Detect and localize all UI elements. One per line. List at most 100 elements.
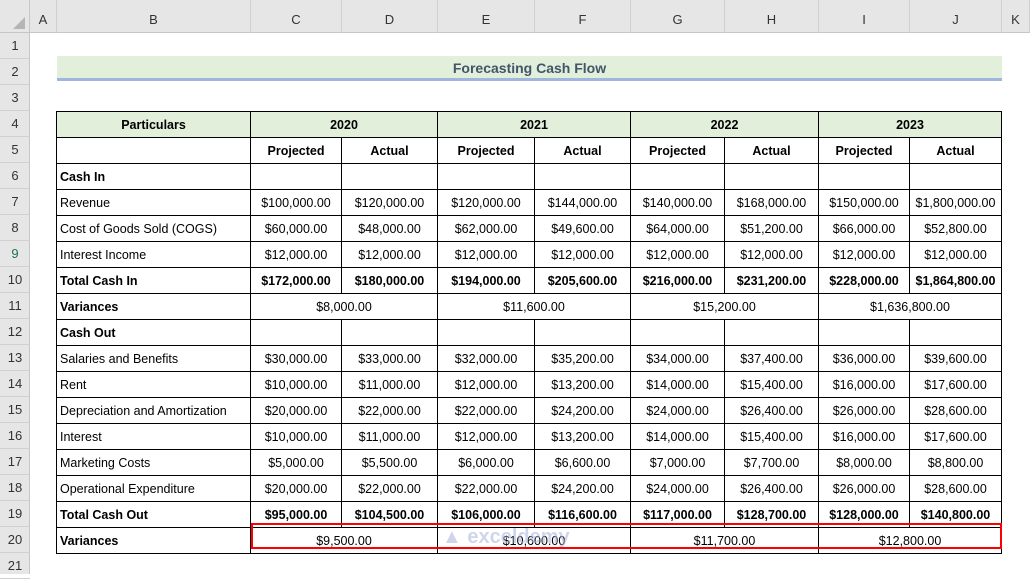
projected-header[interactable]: Projected — [250, 137, 342, 164]
value-cell[interactable] — [250, 163, 342, 190]
row-header-13[interactable]: 13 — [0, 345, 30, 371]
value-cell[interactable]: $26,400.00 — [724, 475, 819, 502]
value-cell[interactable] — [437, 163, 535, 190]
value-cell[interactable]: $20,000.00 — [250, 397, 342, 424]
row-label[interactable]: Variances — [56, 293, 251, 320]
column-header-J[interactable]: J — [910, 0, 1002, 33]
value-cell[interactable]: $20,000.00 — [250, 475, 342, 502]
value-cell[interactable]: $33,000.00 — [341, 345, 438, 372]
column-header-C[interactable]: C — [251, 0, 342, 33]
value-cell[interactable]: $22,000.00 — [341, 397, 438, 424]
value-cell[interactable]: $16,000.00 — [818, 371, 910, 398]
value-cell[interactable]: $10,000.00 — [250, 371, 342, 398]
row-label[interactable]: Total Cash In — [56, 267, 251, 294]
value-cell[interactable]: $10,000.00 — [250, 423, 342, 450]
row-header-15[interactable]: 15 — [0, 397, 30, 423]
value-cell[interactable]: $26,000.00 — [818, 397, 910, 424]
variance-cell[interactable]: $1,636,800.00 — [818, 293, 1002, 320]
value-cell[interactable] — [818, 163, 910, 190]
variance-cell[interactable]: $15,200.00 — [630, 293, 819, 320]
column-header-I[interactable]: I — [819, 0, 910, 33]
row-label[interactable]: Operational Expenditure — [56, 475, 251, 502]
value-cell[interactable]: $231,200.00 — [724, 267, 819, 294]
value-cell[interactable]: $12,000.00 — [341, 241, 438, 268]
value-cell[interactable]: $14,000.00 — [630, 423, 725, 450]
column-header-A[interactable]: A — [30, 0, 57, 33]
value-cell[interactable]: $15,400.00 — [724, 371, 819, 398]
value-cell[interactable]: $120,000.00 — [341, 189, 438, 216]
value-cell[interactable]: $37,400.00 — [724, 345, 819, 372]
value-cell[interactable]: $26,000.00 — [818, 475, 910, 502]
column-header-D[interactable]: D — [342, 0, 438, 33]
row-header-8[interactable]: 8 — [0, 215, 30, 241]
value-cell[interactable]: $16,000.00 — [818, 423, 910, 450]
column-header-G[interactable]: G — [631, 0, 725, 33]
row-header-7[interactable]: 7 — [0, 189, 30, 215]
year-header[interactable]: 2020 — [250, 111, 438, 138]
value-cell[interactable]: $12,000.00 — [250, 241, 342, 268]
value-cell[interactable]: $216,000.00 — [630, 267, 725, 294]
row-label[interactable]: Variances — [56, 527, 251, 554]
value-cell[interactable]: $24,000.00 — [630, 397, 725, 424]
row-header-21[interactable]: 21 — [0, 553, 30, 579]
column-header-B[interactable]: B — [57, 0, 251, 33]
value-cell[interactable]: $6,600.00 — [534, 449, 631, 476]
value-cell[interactable]: $144,000.00 — [534, 189, 631, 216]
value-cell[interactable]: $17,600.00 — [909, 423, 1002, 450]
row-label[interactable]: Salaries and Benefits — [56, 345, 251, 372]
value-cell[interactable]: $12,000.00 — [909, 241, 1002, 268]
value-cell[interactable]: $24,000.00 — [630, 475, 725, 502]
row-header-4[interactable]: 4 — [0, 111, 30, 137]
value-cell[interactable]: $1,800,000.00 — [909, 189, 1002, 216]
row-label[interactable]: Cash Out — [56, 319, 251, 346]
year-header[interactable]: 2022 — [630, 111, 819, 138]
value-cell[interactable]: $12,000.00 — [437, 371, 535, 398]
value-cell[interactable]: $13,200.00 — [534, 423, 631, 450]
projected-header[interactable]: Projected — [630, 137, 725, 164]
value-cell[interactable]: $5,000.00 — [250, 449, 342, 476]
row-header-19[interactable]: 19 — [0, 501, 30, 527]
row-label[interactable]: Cash In — [56, 163, 251, 190]
column-header-E[interactable]: E — [438, 0, 535, 33]
year-header[interactable]: 2023 — [818, 111, 1002, 138]
value-cell[interactable] — [250, 319, 342, 346]
value-cell[interactable]: $180,000.00 — [341, 267, 438, 294]
row-header-18[interactable]: 18 — [0, 475, 30, 501]
value-cell[interactable]: $49,600.00 — [534, 215, 631, 242]
row-label[interactable]: Interest — [56, 423, 251, 450]
value-cell[interactable]: $66,000.00 — [818, 215, 910, 242]
value-cell[interactable]: $168,000.00 — [724, 189, 819, 216]
value-cell[interactable]: $51,200.00 — [724, 215, 819, 242]
row-label[interactable]: Interest Income — [56, 241, 251, 268]
value-cell[interactable]: $5,500.00 — [341, 449, 438, 476]
value-cell[interactable] — [534, 163, 631, 190]
value-cell[interactable]: $28,600.00 — [909, 397, 1002, 424]
value-cell[interactable]: $30,000.00 — [250, 345, 342, 372]
actual-header[interactable]: Actual — [724, 137, 819, 164]
empty-cell[interactable] — [56, 137, 251, 164]
value-cell[interactable] — [341, 163, 438, 190]
value-cell[interactable] — [630, 163, 725, 190]
value-cell[interactable] — [534, 319, 631, 346]
value-cell[interactable]: $12,000.00 — [534, 241, 631, 268]
value-cell[interactable]: $32,000.00 — [437, 345, 535, 372]
row-header-1[interactable]: 1 — [0, 33, 30, 59]
value-cell[interactable]: $194,000.00 — [437, 267, 535, 294]
value-cell[interactable]: $150,000.00 — [818, 189, 910, 216]
value-cell[interactable]: $172,000.00 — [250, 267, 342, 294]
row-header-5[interactable]: 5 — [0, 137, 30, 163]
value-cell[interactable]: $228,000.00 — [818, 267, 910, 294]
particulars-header[interactable]: Particulars — [56, 111, 251, 138]
column-header-K[interactable]: K — [1002, 0, 1030, 33]
value-cell[interactable]: $28,600.00 — [909, 475, 1002, 502]
value-cell[interactable]: $11,000.00 — [341, 371, 438, 398]
value-cell[interactable]: $7,000.00 — [630, 449, 725, 476]
actual-header[interactable]: Actual — [341, 137, 438, 164]
row-header-10[interactable]: 10 — [0, 267, 30, 293]
value-cell[interactable]: $140,000.00 — [630, 189, 725, 216]
value-cell[interactable] — [724, 319, 819, 346]
value-cell[interactable]: $52,800.00 — [909, 215, 1002, 242]
value-cell[interactable]: $35,200.00 — [534, 345, 631, 372]
value-cell[interactable]: $12,000.00 — [630, 241, 725, 268]
row-label[interactable]: Marketing Costs — [56, 449, 251, 476]
